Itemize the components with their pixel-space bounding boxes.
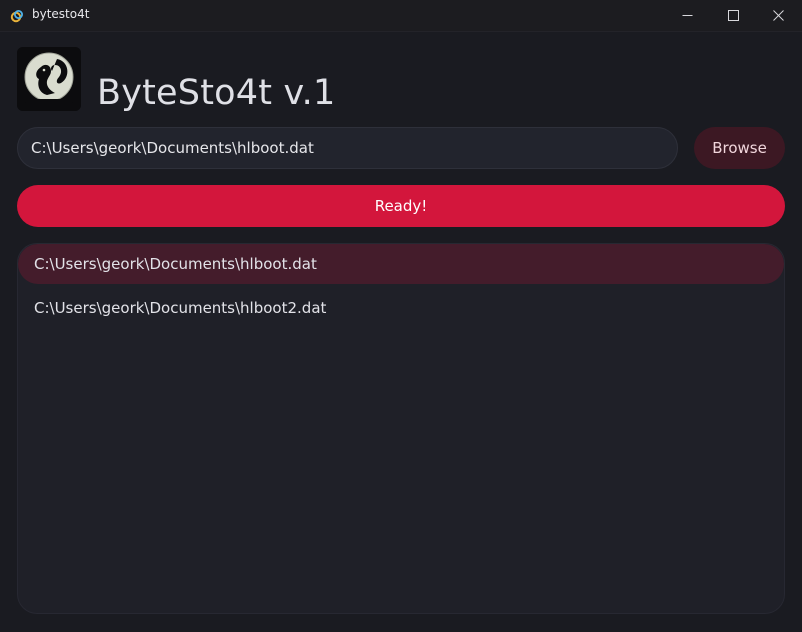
minimize-icon: [682, 10, 693, 21]
app-icon: [10, 8, 24, 23]
ready-button[interactable]: Ready!: [17, 185, 785, 227]
maximize-button[interactable]: [710, 0, 756, 31]
maximize-icon: [727, 10, 739, 21]
app-logo: [17, 47, 81, 111]
app-title: ByteSto4t v.1: [97, 73, 336, 113]
close-button[interactable]: [755, 0, 801, 31]
window-title: bytesto4t: [32, 7, 90, 21]
file-list[interactable]: C:\Users\geork\Documents\hlboot.dat C:\U…: [17, 243, 785, 614]
list-item[interactable]: C:\Users\geork\Documents\hlboot.dat: [18, 244, 784, 284]
file-path-input[interactable]: [17, 127, 678, 169]
browse-button[interactable]: Browse: [694, 127, 785, 169]
squirrel-moon-logo: [17, 47, 81, 111]
close-icon: [772, 10, 784, 21]
list-item[interactable]: C:\Users\geork\Documents\hlboot2.dat: [18, 288, 784, 328]
window-titlebar[interactable]: bytesto4t: [0, 0, 802, 32]
minimize-button[interactable]: [664, 0, 710, 31]
